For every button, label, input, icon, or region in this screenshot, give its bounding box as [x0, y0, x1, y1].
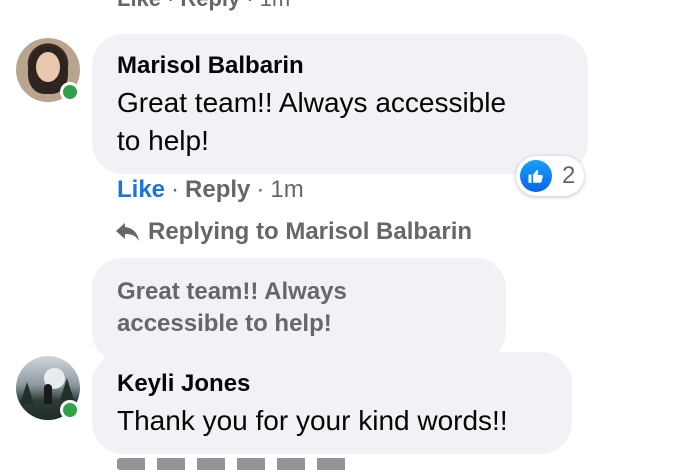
like-link[interactable]: Like	[117, 176, 165, 203]
timestamp: 1m	[270, 176, 304, 203]
comment-text-line: Great team!! Always accessible	[117, 87, 507, 118]
avatar-tree	[60, 378, 74, 400]
reply-link[interactable]: Reply	[180, 0, 240, 11]
comment-text: Thank you for your kind words!!	[117, 405, 508, 436]
separator: ·	[171, 176, 180, 203]
reply-link[interactable]: Reply	[185, 176, 250, 203]
comment-author[interactable]: Marisol Balbarin	[117, 52, 304, 80]
previous-comment-actions: Like · Reply · 1m	[117, 0, 290, 12]
avatar-person	[44, 384, 52, 404]
like-link[interactable]: Like	[117, 0, 161, 11]
reaction-count: 2	[562, 162, 576, 189]
separator: ·	[256, 176, 265, 203]
comment-text: Great team!! Always accessible to help!	[117, 84, 506, 160]
comment-text-line: to help!	[117, 125, 209, 156]
quoted-comment-text: Great team!! Always accessible to help!	[117, 276, 347, 340]
quoted-text-line: Great team!! Always	[117, 278, 347, 305]
thumbs-up-icon	[520, 160, 552, 192]
online-status-indicator	[60, 82, 80, 102]
separator: ·	[246, 0, 253, 11]
comment-actions: Like · Reply · 1m	[117, 176, 304, 204]
comment-bubble: Marisol Balbarin Great team!! Always acc…	[92, 34, 588, 174]
online-status-indicator	[60, 400, 80, 420]
next-comment-actions-cutoff	[117, 458, 357, 470]
avatar-tree	[20, 382, 34, 404]
quoted-text-line: accessible to help!	[117, 310, 332, 337]
avatar-face	[36, 52, 60, 82]
replying-to-text: Replying to Marisol Balbarin	[148, 218, 473, 245]
comment-author[interactable]: Keyli Jones	[117, 370, 250, 398]
replying-to-label[interactable]: Replying to Marisol Balbarin	[114, 218, 472, 246]
quoted-comment-bubble: Great team!! Always accessible to help!	[92, 258, 506, 362]
reaction-badge[interactable]: 2	[516, 156, 584, 196]
comment-bubble: Keyli Jones Thank you for your kind word…	[92, 352, 572, 454]
timestamp: 1m	[260, 0, 291, 11]
reply-arrow-icon	[114, 220, 142, 244]
separator: ·	[167, 0, 174, 11]
